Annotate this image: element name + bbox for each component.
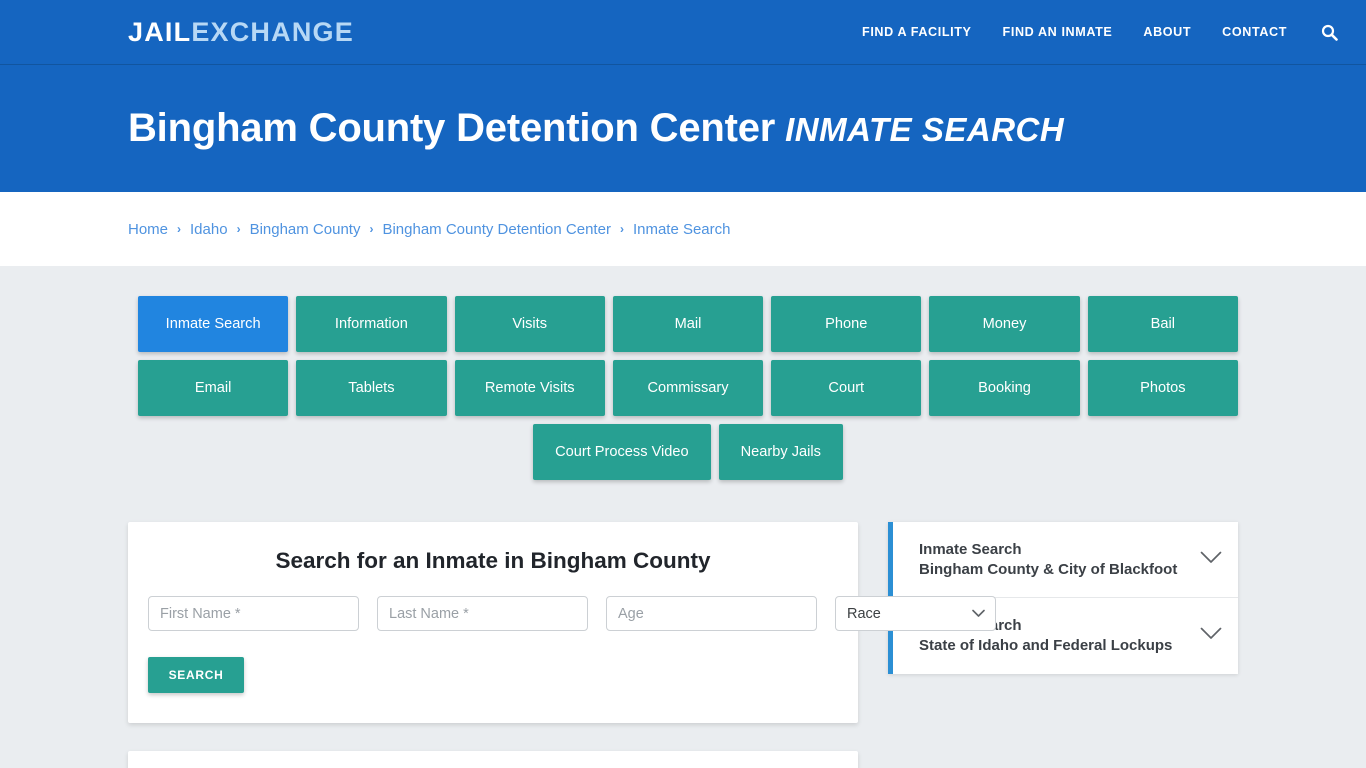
facility-tab-row-2: Email Tablets Remote Visits Commissary C…	[138, 360, 1238, 416]
tab-booking[interactable]: Booking	[929, 360, 1080, 416]
breadcrumb-item-bingham-county[interactable]: Bingham County	[250, 221, 361, 238]
breadcrumb-separator-icon: ›	[369, 222, 374, 236]
tab-court[interactable]: Court	[771, 360, 922, 416]
logo-secondary-text: EXCHANGE	[191, 16, 354, 47]
tab-mail[interactable]: Mail	[612, 296, 764, 352]
primary-column: Search for an Inmate in Bingham County R…	[128, 522, 996, 768]
tab-commissary[interactable]: Commissary	[612, 360, 764, 416]
chevron-down-icon[interactable]	[1200, 551, 1222, 569]
tab-information[interactable]: Information	[296, 296, 447, 352]
nav-item-find-a-facility[interactable]: FIND A FACILITY	[862, 25, 972, 39]
search-fields-row: Race	[148, 596, 996, 631]
tab-phone[interactable]: Phone	[771, 296, 922, 352]
last-name-input[interactable]	[377, 596, 588, 631]
facility-tab-row-1: Inmate Search Information Visits Mail Ph…	[138, 296, 1238, 352]
main-navigation: FIND A FACILITY FIND AN INMATE ABOUT CON…	[862, 21, 1346, 43]
tab-visits[interactable]: Visits	[454, 296, 605, 352]
breadcrumb-bar: Home › Idaho › Bingham County › Bingham …	[0, 192, 1366, 266]
nav-item-find-an-inmate[interactable]: FIND AN INMATE	[1003, 25, 1113, 39]
search-submit-button[interactable]: SEARCH	[148, 657, 244, 693]
tab-nearby-jails[interactable]: Nearby Jails	[718, 424, 843, 480]
secondary-results-card	[128, 751, 858, 768]
breadcrumb-item-idaho[interactable]: Idaho	[190, 221, 228, 238]
breadcrumb-separator-icon: ›	[236, 222, 241, 236]
accordion-item-title: Inmate Search	[919, 540, 1022, 558]
race-select[interactable]: Race	[835, 596, 996, 631]
facility-tab-row-3: Court Process Video Nearby Jails	[138, 424, 1238, 480]
search-icon[interactable]	[1318, 21, 1340, 43]
accordion-item-bingham-county[interactable]: Inmate Search Bingham County & City of B…	[888, 522, 1238, 598]
site-header: JAILEXCHANGE FIND A FACILITY FIND AN INM…	[0, 0, 1366, 65]
race-select-wrapper: Race	[835, 596, 996, 631]
tab-court-process-video[interactable]: Court Process Video	[533, 424, 711, 480]
breadcrumb-item-detention-center[interactable]: Bingham County Detention Center	[382, 221, 610, 238]
tab-email[interactable]: Email	[138, 360, 289, 416]
main-content: Inmate Search Information Visits Mail Ph…	[0, 266, 1366, 768]
site-logo[interactable]: JAILEXCHANGE	[128, 17, 354, 48]
tab-tablets[interactable]: Tablets	[296, 360, 447, 416]
tab-remote-visits[interactable]: Remote Visits	[454, 360, 605, 416]
tab-bail[interactable]: Bail	[1087, 296, 1238, 352]
chevron-down-icon[interactable]	[1200, 627, 1222, 645]
breadcrumb-separator-icon: ›	[619, 222, 624, 236]
tab-photos[interactable]: Photos	[1087, 360, 1238, 416]
logo-primary-text: JAIL	[128, 16, 192, 47]
age-input[interactable]	[606, 596, 817, 631]
breadcrumb-item-inmate-search[interactable]: Inmate Search	[633, 221, 731, 238]
page-hero: Bingham County Detention Center INMATE SE…	[0, 65, 1366, 192]
tab-inmate-search[interactable]: Inmate Search	[138, 296, 289, 352]
accordion-item-subtitle: State of Idaho and Federal Lockups	[919, 637, 1173, 654]
first-name-input[interactable]	[148, 596, 359, 631]
inmate-search-card: Search for an Inmate in Bingham County R…	[128, 522, 996, 723]
content-columns: Search for an Inmate in Bingham County R…	[0, 488, 1366, 768]
page-title: Bingham County Detention Center INMATE SE…	[128, 106, 1064, 151]
accordion-item-subtitle: Bingham County & City of Blackfoot	[919, 560, 1178, 578]
breadcrumb: Home › Idaho › Bingham County › Bingham …	[128, 221, 731, 238]
breadcrumb-separator-icon: ›	[177, 222, 182, 236]
accordion-item-text: Inmate Search Bingham County & City of B…	[919, 540, 1190, 580]
breadcrumb-item-home[interactable]: Home	[128, 221, 168, 238]
page-title-section: INMATE SEARCH	[785, 111, 1065, 148]
tab-money[interactable]: Money	[929, 296, 1080, 352]
search-card-title: Search for an Inmate in Bingham County	[275, 548, 711, 573]
facility-tab-group: Inmate Search Information Visits Mail Ph…	[0, 266, 1366, 480]
nav-item-contact[interactable]: CONTACT	[1222, 25, 1287, 39]
page-title-facility: Bingham County Detention Center	[128, 106, 776, 150]
nav-item-about[interactable]: ABOUT	[1143, 25, 1191, 39]
